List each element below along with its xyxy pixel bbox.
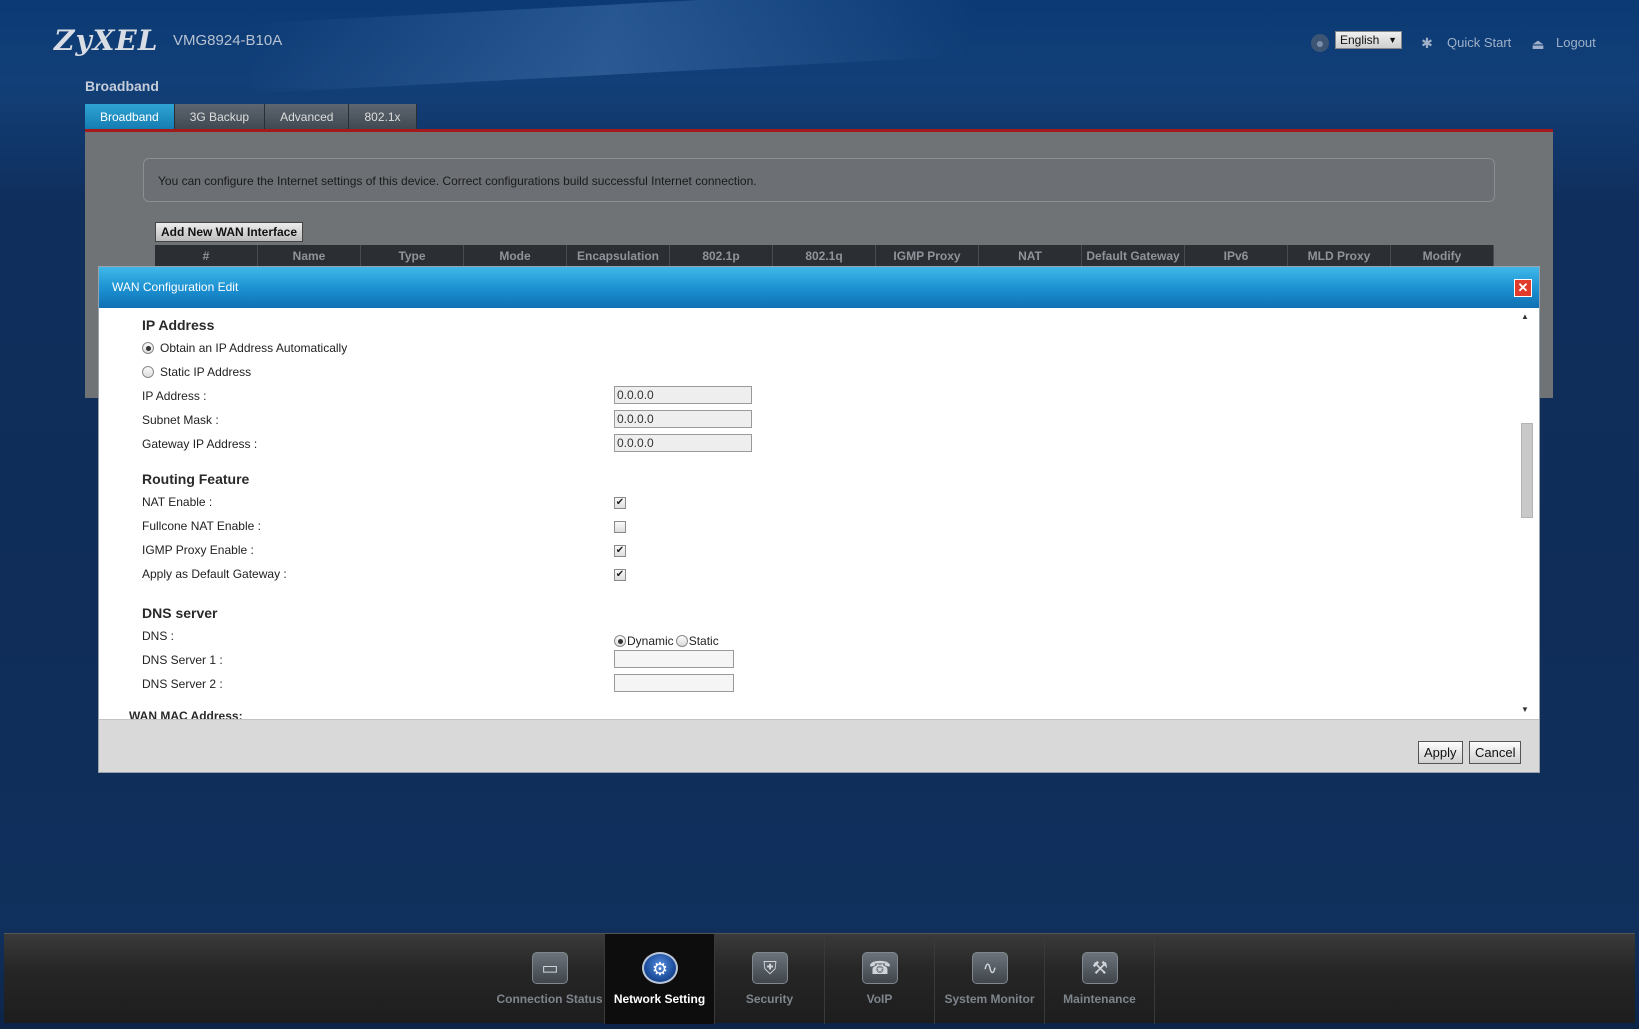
wan-mac-section-title: WAN MAC Address: [129,709,243,719]
wan-col-encapsulation: Encapsulation [567,245,670,267]
add-wan-interface-button[interactable]: Add New WAN Interface [155,222,304,242]
nav-system-monitor-label: System Monitor [944,992,1035,1006]
tab-3g-backup[interactable]: 3G Backup [174,104,266,130]
page-title: Broadband [85,78,159,94]
dns-static-label: Static [688,634,719,648]
scroll-up-icon[interactable]: ▲ [1521,312,1529,321]
wan-col-mode: Mode [464,245,567,267]
dns-section-title: DNS server [142,605,218,621]
nat-enable-label: NAT Enable : [142,495,213,509]
nav-system-monitor[interactable]: ∿ System Monitor [935,934,1045,1024]
nat-enable-checkbox[interactable]: ✔ [614,497,626,509]
bottom-nav-bar: ▭ Connection Status ⚙ Network Setting ⛨ … [4,933,1635,1024]
maintenance-icon: ⚒ [1082,952,1118,984]
cancel-button[interactable]: Cancel [1469,741,1522,764]
ip-section-title: IP Address [142,317,215,333]
tab-802-1x[interactable]: 802.1x [349,104,417,130]
nav-voip-label: VoIP [866,992,893,1006]
device-model: VMG8924-B10A [173,32,283,49]
dns-dynamic-radio[interactable] [614,635,626,647]
apply-button[interactable]: Apply [1418,741,1463,764]
wan-col-ipv6: IPv6 [1185,245,1288,267]
dns-server1-input[interactable] [614,650,734,668]
chevron-down-icon: ▼ [1388,35,1397,45]
routing-section-title: Routing Feature [142,471,250,487]
modal-scrollbar[interactable]: ▲ ▼ [1520,312,1533,714]
ip-static-option[interactable]: Static IP Address [142,365,251,379]
nav-voip[interactable]: ☎ VoIP [825,934,935,1024]
dns-dynamic-label: Dynamic [627,634,674,648]
network-setting-icon: ⚙ [642,952,678,984]
ip-auto-label: Obtain an IP Address Automatically [160,341,348,355]
language-value: English [1340,33,1380,47]
dns-mode-label: DNS : [142,629,175,643]
nav-security[interactable]: ⛨ Security [715,934,825,1024]
quick-start-icon[interactable]: ✱ [1418,34,1436,52]
wan-col-igmp-proxy: IGMP Proxy [876,245,979,267]
subnet-mask-label: Subnet Mask : [142,413,219,427]
dns-server2-input[interactable] [614,674,734,692]
default-gateway-label: Apply as Default Gateway : [142,567,287,581]
gateway-ip-label: Gateway IP Address : [142,437,258,451]
voip-icon: ☎ [862,952,898,984]
ip-static-label: Static IP Address [160,365,252,379]
wan-config-modal: WAN Configuration Edit ✕ IP Address Obta… [98,266,1540,773]
ip-auto-option[interactable]: Obtain an IP Address Automatically [142,341,347,355]
nav-connection-status-label: Connection Status [496,992,603,1006]
nav-network-setting[interactable]: ⚙ Network Setting [605,934,715,1024]
nav-maintenance[interactable]: ⚒ Maintenance [1045,934,1155,1024]
wan-col-nat: NAT [979,245,1082,267]
nav-connection-status[interactable]: ▭ Connection Status [495,934,605,1024]
dns-mode-options: Dynamic Static [614,634,721,648]
modal-footer: Apply Cancel [99,719,1539,772]
quick-start-link[interactable]: Quick Start [1447,35,1511,50]
wan-col-mld-proxy: MLD Proxy [1288,245,1391,267]
fullcone-nat-checkbox[interactable] [614,521,626,533]
nav-security-label: Security [745,992,794,1006]
subnet-mask-input[interactable] [614,410,752,428]
close-icon[interactable]: ✕ [1514,279,1532,297]
scrollbar-thumb[interactable] [1521,423,1533,518]
wan-col-type: Type [361,245,464,267]
security-icon: ⛨ [752,952,788,984]
language-select[interactable]: English ▼ [1335,31,1402,49]
wan-col-default-gateway: Default Gateway [1082,245,1185,267]
tab-advanced[interactable]: Advanced [265,104,350,130]
scroll-down-icon[interactable]: ▼ [1521,705,1529,714]
wan-table-header: # Name Type Mode Encapsulation 802.1p 80… [155,245,1494,267]
wan-col-8021q: 802.1q [773,245,876,267]
dns-server1-label: DNS Server 1 : [142,653,223,667]
igmp-proxy-checkbox[interactable]: ✔ [614,545,626,557]
zyxel-logo: ZyXEL [54,24,159,57]
fullcone-nat-label: Fullcone NAT Enable : [142,519,261,533]
nav-maintenance-label: Maintenance [1063,992,1136,1006]
ip-address-input[interactable] [614,386,752,404]
logout-link[interactable]: Logout [1556,35,1596,50]
language-globe-icon: ● [1311,34,1329,52]
ip-auto-radio[interactable] [142,342,154,354]
connection-status-icon: ▭ [532,952,568,984]
default-gateway-checkbox[interactable]: ✔ [614,569,626,581]
wan-col-index: # [155,245,258,267]
info-message: You can configure the Internet settings … [143,158,1495,202]
wan-col-modify: Modify [1391,245,1494,267]
wan-col-name: Name [258,245,361,267]
dns-static-radio[interactable] [675,635,688,647]
system-monitor-icon: ∿ [972,952,1008,984]
nav-network-setting-label: Network Setting [613,992,706,1006]
modal-title: WAN Configuration Edit [99,267,1539,308]
igmp-proxy-label: IGMP Proxy Enable : [142,543,254,557]
logout-icon[interactable]: ⏏ [1529,35,1547,53]
gateway-ip-input[interactable] [614,434,752,452]
wan-col-8021p: 802.1p [670,245,773,267]
dns-server2-label: DNS Server 2 : [142,677,223,691]
ip-address-label: IP Address : [142,389,207,403]
tab-broadband[interactable]: Broadband [85,104,175,130]
modal-body: IP Address Obtain an IP Address Automati… [99,308,1539,719]
tab-bar: Broadband 3G Backup Advanced 802.1x [85,104,417,130]
ip-static-radio[interactable] [142,366,154,378]
